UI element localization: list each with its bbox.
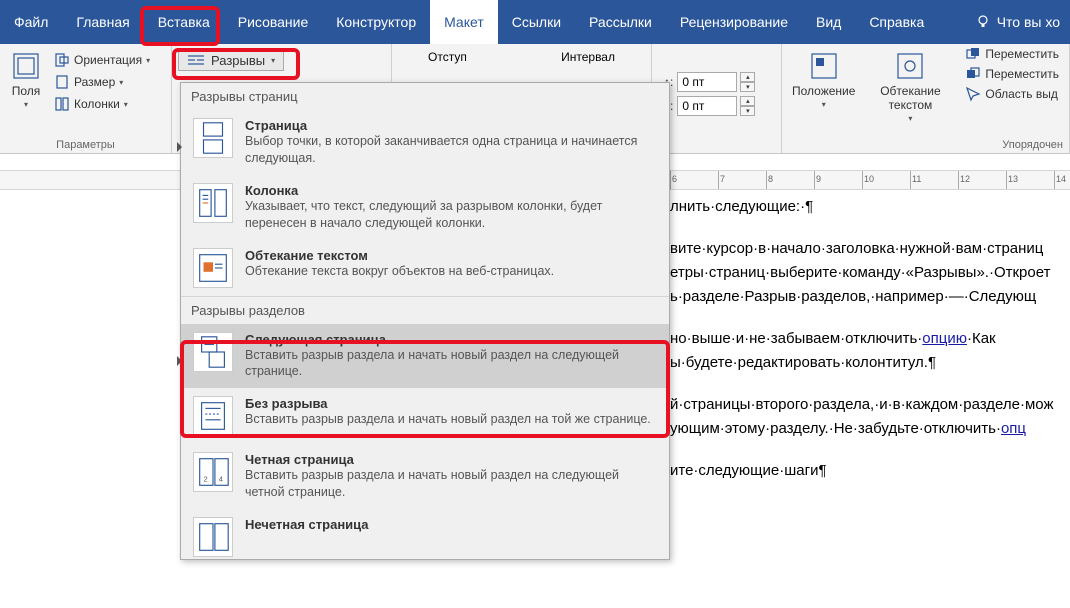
page-break-icon [193,118,233,158]
break-page[interactable]: СтраницаВыбор точки, в которой заканчива… [181,110,669,175]
arrange-label: Упорядочен [788,139,1063,151]
tab-help[interactable]: Справка [855,0,938,44]
break-even-page[interactable]: 24 Четная страницаВставить разрыв раздел… [181,444,669,509]
tab-file[interactable]: Файл [0,0,62,44]
spacing-before[interactable]: ↕: ▴▾ [664,72,775,92]
tab-draw[interactable]: Рисование [224,0,323,44]
wrap-text-button[interactable]: Обтекание текстом▾ [871,46,949,127]
breaks-dropdown: Разрывы страниц СтраницаВыбор точки, в к… [180,82,670,560]
bulb-icon [975,14,991,30]
tab-view[interactable]: Вид [802,0,855,44]
continuous-icon [193,396,233,436]
send-backward[interactable]: Переместить [965,66,1059,82]
size-button[interactable]: Размер▾ [50,72,154,92]
chevron-down-icon: ▾ [271,56,275,65]
spacing-after[interactable]: ↕: ▴▾ [664,96,775,116]
break-next-page[interactable]: Следующая страницаВставить разрыв раздел… [181,324,669,389]
breaks-button[interactable]: Разрывы ▾ [178,50,284,71]
page-setup-label: Параметры [6,139,165,151]
column-break-icon [193,183,233,223]
breaks-icon [187,54,205,68]
spacing-label: Интервал [561,50,615,64]
chevron-down-icon: ▾ [24,100,28,109]
odd-page-icon [193,517,233,557]
break-text-wrap[interactable]: Обтекание текстомОбтекание текста вокруг… [181,240,669,296]
margins-button[interactable]: Поля ▾ [6,46,46,114]
bring-forward[interactable]: Переместить [965,46,1059,62]
even-page-icon: 24 [193,452,233,492]
tab-home[interactable]: Главная [62,0,143,44]
document-body: лнить·следующие:·¶ вите·курсор·в·начало·… [670,195,1070,501]
tab-review[interactable]: Рецензирование [666,0,802,44]
tab-mailings[interactable]: Рассылки [575,0,666,44]
columns-button[interactable]: Колонки▾ [50,94,154,114]
breaks-section-header: Разрывы разделов [181,297,669,324]
tell-me[interactable]: Что вы хо [965,0,1070,44]
tab-layout[interactable]: Макет [430,0,498,44]
svg-text:2: 2 [204,475,208,484]
svg-text:4: 4 [219,475,223,484]
tab-design[interactable]: Конструктор [322,0,430,44]
selection-pane[interactable]: Область выд [965,86,1059,102]
break-continuous[interactable]: Без разрываВставить разрыв раздела и нач… [181,388,669,444]
break-odd-page[interactable]: Нечетная страница [181,509,669,559]
next-page-icon [193,332,233,372]
position-button[interactable]: Положение▾ [788,46,859,127]
wrap-break-icon [193,248,233,288]
tab-references[interactable]: Ссылки [498,0,575,44]
break-column[interactable]: КолонкаУказывает, что текст, следующий з… [181,175,669,240]
orientation-button[interactable]: Ориентация▾ [50,50,154,70]
tab-insert[interactable]: Вставка [144,0,224,44]
ribbon-tabs: Файл Главная Вставка Рисование Конструкт… [0,0,1070,44]
breaks-page-header: Разрывы страниц [181,83,669,110]
tell-me-label: Что вы хо [997,14,1060,30]
indent-label: Отступ [428,50,467,64]
